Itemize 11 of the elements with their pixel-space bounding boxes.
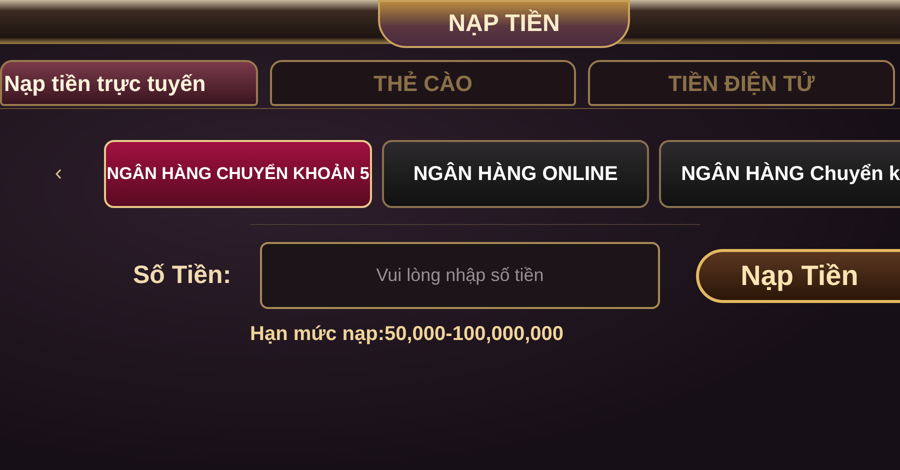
deposit-limit-text: Hạn mức nạp:50,000-100,000,000 [250, 323, 564, 345]
bank-option-button[interactable]: NGÂN HÀNG CHUYỂN KHOẢN 5 [104, 140, 372, 208]
tab[interactable]: TIỀN ĐIỆN TỬ [588, 60, 895, 106]
deposit-button[interactable]: Nạp Tiền [696, 248, 900, 302]
amount-input-field[interactable]: Vui lòng nhập số tiền [260, 242, 660, 309]
bank-option-button[interactable]: NGÂN HÀNG Chuyển k [659, 140, 900, 208]
amount-label: Số Tiền: [133, 260, 232, 291]
tab[interactable]: Nạp tiền trực tuyến [0, 60, 258, 106]
bank-option-button[interactable]: NGÂN HÀNG ONLINE [382, 140, 650, 208]
tab[interactable]: THẺ CÀO [270, 60, 576, 106]
window-title: NẠP TIỀN [448, 8, 560, 39]
